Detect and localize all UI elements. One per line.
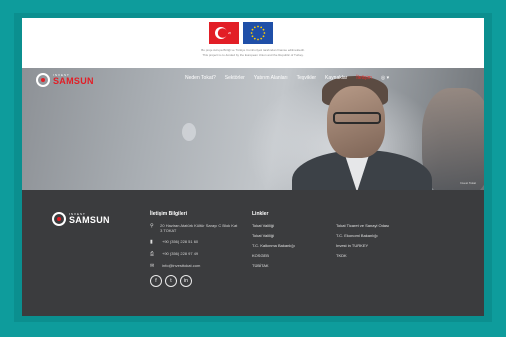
email-link[interactable]: info@investtokat.com <box>162 263 200 268</box>
social-links: f t in <box>150 275 240 287</box>
footer-link[interactable]: TKDK <box>336 253 436 258</box>
nav-item-incentives[interactable]: Teşvikler <box>297 75 316 81</box>
logo-name: SAMSUN <box>53 76 94 86</box>
logo-mark-icon <box>36 73 50 87</box>
site-footer: INVEST SAMSUN İletişim Bilgileri ⚲ 20 Ha… <box>22 190 484 316</box>
links-heading: Linkler <box>252 211 269 217</box>
linkedin-icon[interactable]: in <box>180 275 192 287</box>
nav-item-contact[interactable]: İletişim <box>356 75 372 81</box>
language-globe-icon[interactable]: ◎ ▾ <box>381 75 389 81</box>
phone-text[interactable]: +90 (356) 228 51 60 <box>162 239 198 244</box>
hero-credit: Invest Tokat <box>460 181 476 185</box>
footer-logo-name: SAMSUN <box>69 215 110 225</box>
mail-icon: ✉ <box>150 263 155 269</box>
nav-menu: Neden Tokat? Sektörler Yatırım Alanları … <box>185 75 389 81</box>
footer-logo-mark-icon <box>52 212 66 226</box>
main-nav: INVEST SAMSUN Neden Tokat? Sektörler Yat… <box>22 68 484 90</box>
phone-icon: ▮ <box>150 239 153 245</box>
footer-link[interactable]: T.C. Ekonomi Bakanlığı <box>336 233 436 238</box>
footer-link[interactable]: Tokat Valiliği <box>252 233 336 238</box>
map-pin-icon: ⚲ <box>150 223 154 229</box>
nav-item-investment-areas[interactable]: Yatırım Alanları <box>254 75 288 81</box>
contact-phone: ▮ +90 (356) 228 51 60 <box>150 239 240 245</box>
funding-banner: Bu proje Avrupa Birliği ve Türkiye Cumhu… <box>22 18 484 68</box>
nav-item-resources[interactable]: Kaynaklar <box>325 75 347 81</box>
address-text: 20 Haziran Atatürk Kültür Sarayı C Blok … <box>160 223 238 233</box>
footer-logo[interactable]: INVEST SAMSUN <box>52 212 110 226</box>
footer-link[interactable]: KOSGEB <box>252 253 336 258</box>
website-screenshot: Bu proje Avrupa Birliği ve Türkiye Cumhu… <box>22 18 484 316</box>
footer-links: Linkler Tokat Valiliği Tokat Ticaret ve … <box>252 211 472 268</box>
contact-info: İletişim Bilgileri ⚲ 20 Haziran Atatürk … <box>150 211 240 287</box>
facebook-icon[interactable]: f <box>150 275 162 287</box>
fax-icon: ⎙ <box>150 251 155 257</box>
footer-link[interactable]: T.C. Kalkınma Bakanlığı <box>252 243 336 248</box>
eu-flag-icon <box>243 22 273 44</box>
turkey-flag-icon <box>209 22 239 44</box>
contact-address: ⚲ 20 Haziran Atatürk Kültür Sarayı C Blo… <box>150 223 240 233</box>
funding-note-tr: Bu proje Avrupa Birliği ve Türkiye Cumhu… <box>201 48 305 52</box>
contact-email: ✉ info@investtokat.com <box>150 263 240 269</box>
footer-link[interactable]: TÜBİTAK <box>252 263 336 268</box>
footer-link[interactable]: Invest in TURKEY <box>336 243 436 248</box>
fax-text: +90 (356) 228 97 49 <box>162 251 199 256</box>
contact-heading: İletişim Bilgileri <box>150 211 187 217</box>
nav-item-why-tokat[interactable]: Neden Tokat? <box>185 75 216 81</box>
footer-link[interactable]: Tokat Valiliği <box>252 223 336 228</box>
contact-fax: ⎙ +90 (356) 228 97 49 <box>150 251 240 257</box>
footer-link[interactable]: Tokat Ticaret ve Sanayi Odası <box>336 223 436 228</box>
site-logo[interactable]: INVEST SAMSUN <box>36 72 94 88</box>
twitter-icon[interactable]: t <box>165 275 177 287</box>
nav-item-sectors[interactable]: Sektörler <box>225 75 245 81</box>
funding-note-en: This project is co-funded by the Europea… <box>202 53 304 57</box>
